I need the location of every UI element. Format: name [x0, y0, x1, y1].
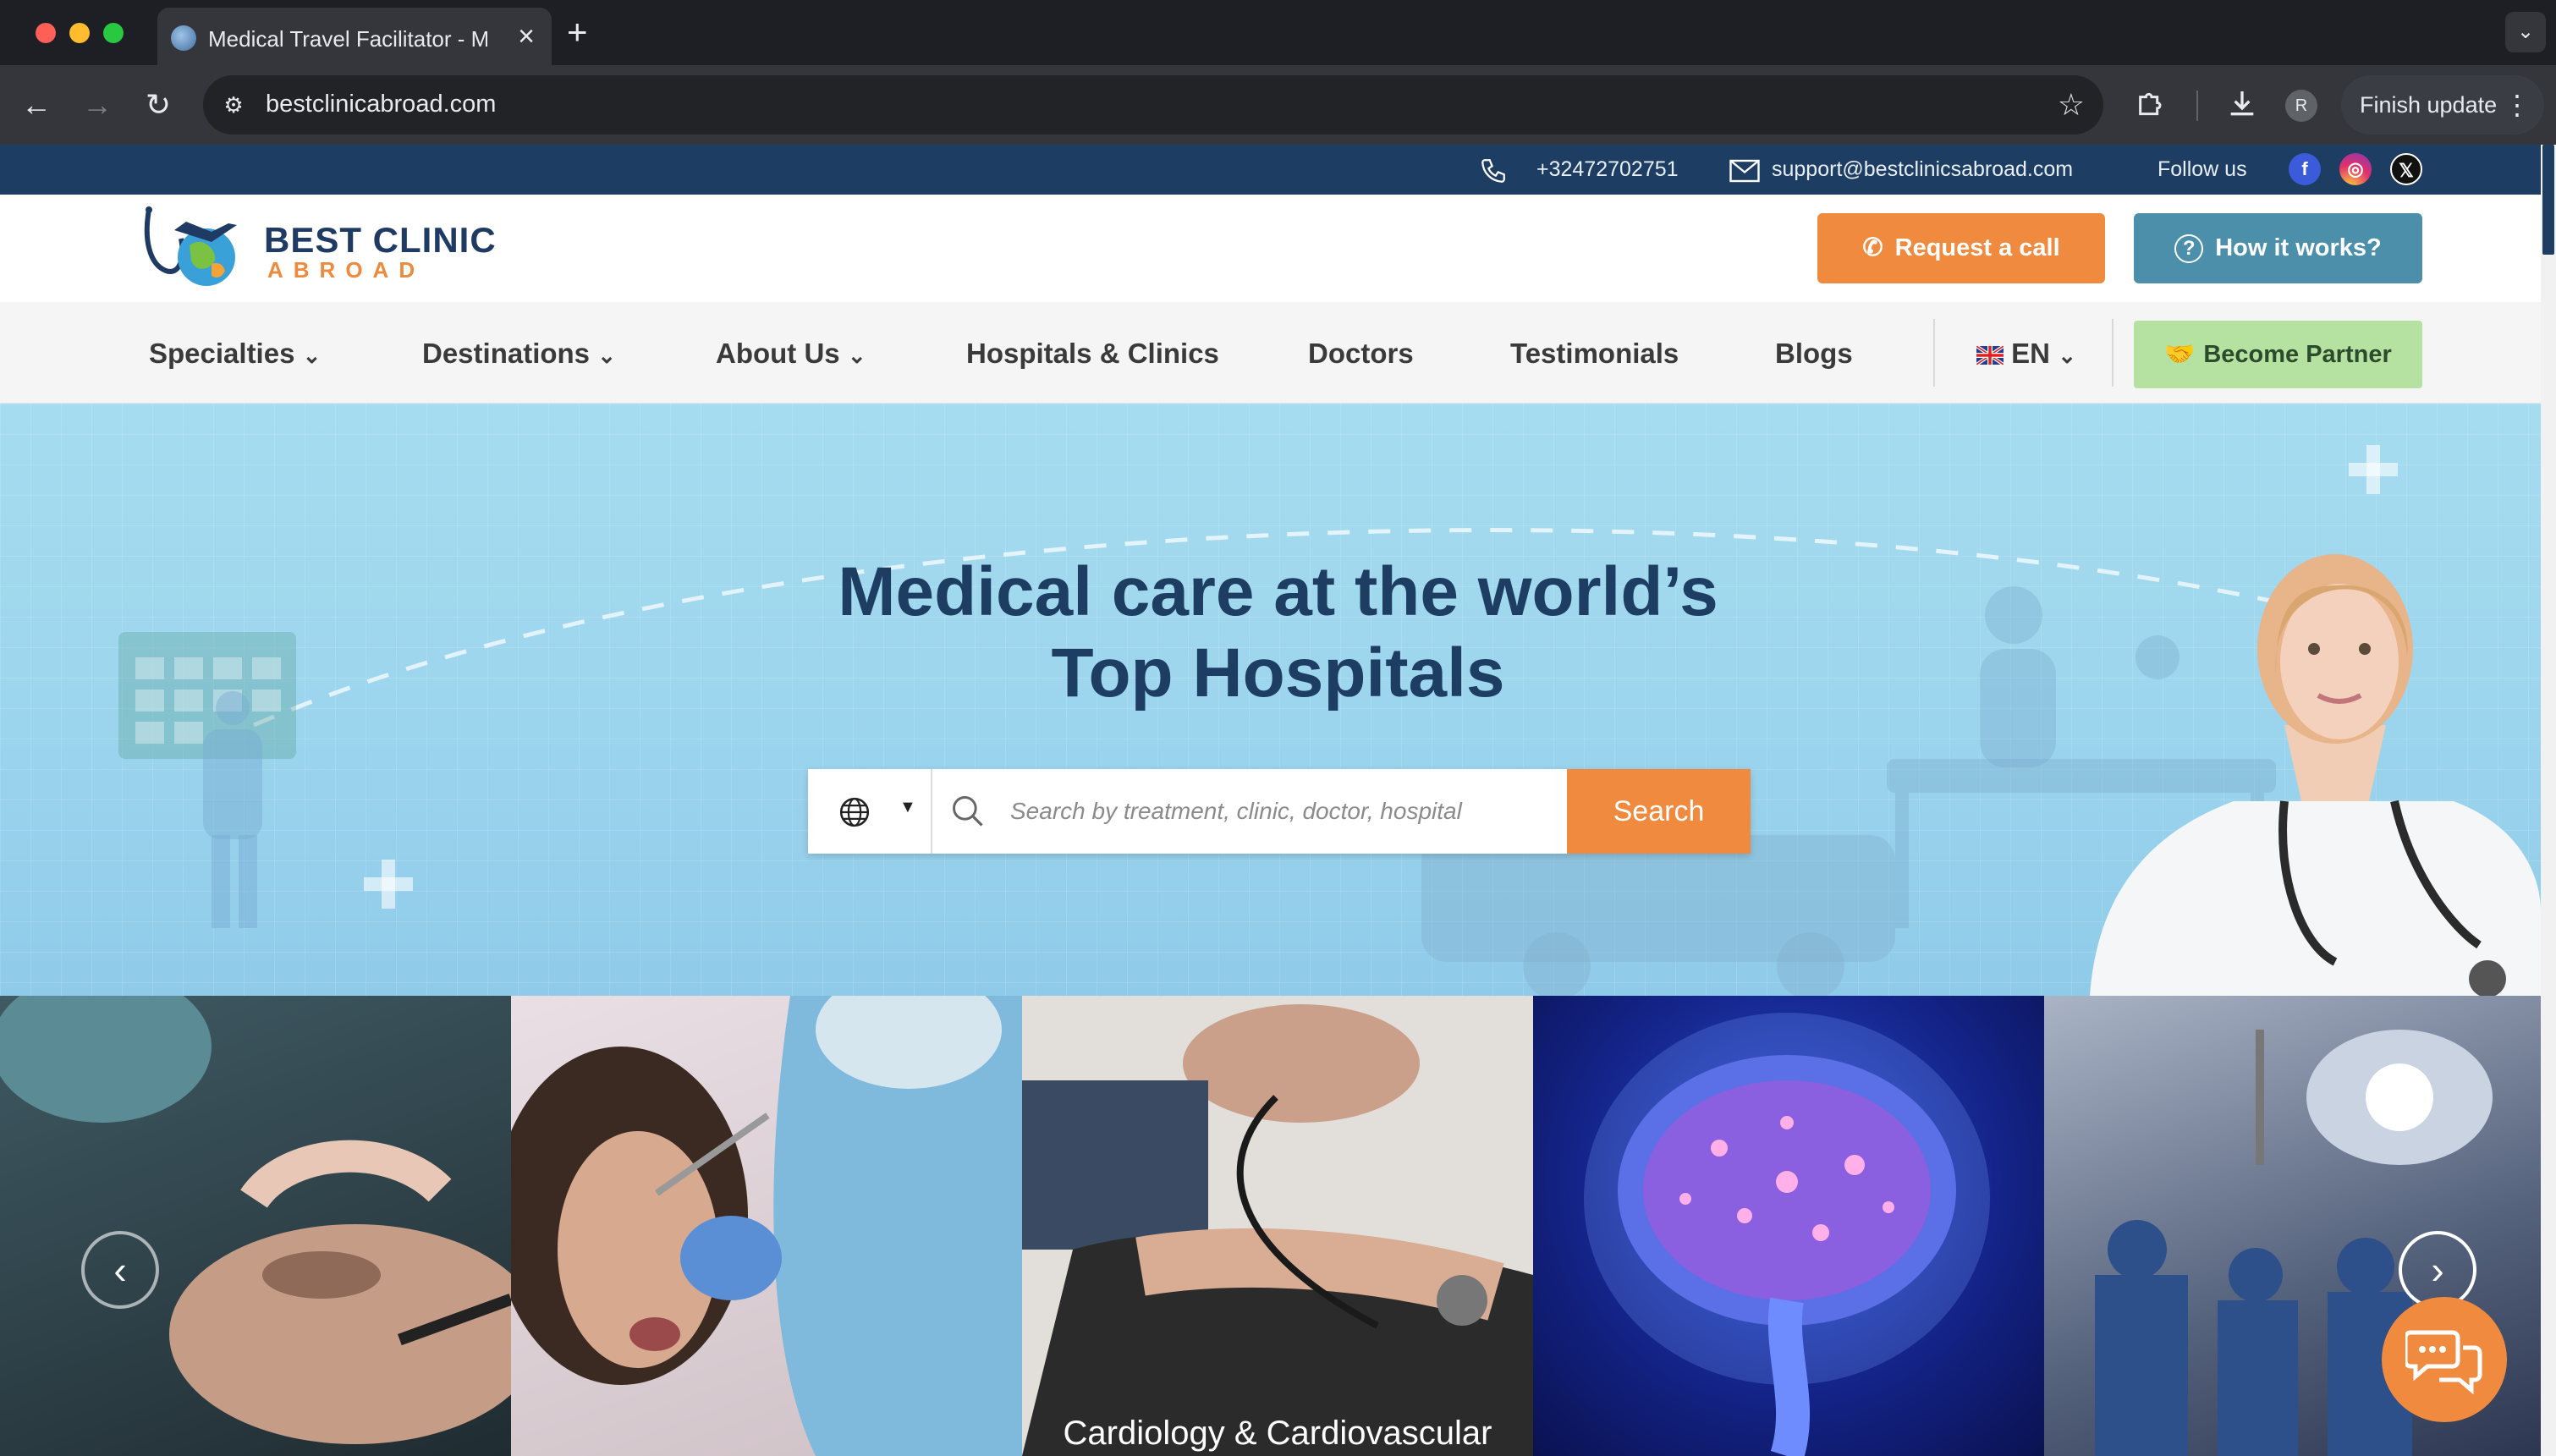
nav-item-hospitals-clinics[interactable]: Hospitals & Clinics — [966, 338, 1219, 370]
site-info-icon[interactable]: ⚙ — [218, 90, 249, 120]
bookmark-star-icon[interactable]: ☆ — [2058, 85, 2085, 124]
search-button[interactable]: Search — [1567, 769, 1751, 854]
nav-item-about-us[interactable]: About Us ⌄ — [716, 338, 866, 370]
carousel-prev-button[interactable]: ‹ — [81, 1231, 159, 1309]
search-input[interactable] — [1009, 793, 1550, 830]
chat-widget-button[interactable] — [2382, 1297, 2507, 1422]
hero-search-bar: ▼ Search — [808, 769, 1751, 854]
contact-phone[interactable]: +32472702751 — [1536, 157, 1679, 182]
toolbar-divider — [2196, 91, 2198, 121]
logo-text-primary[interactable]: BEST CLINIC — [264, 220, 497, 261]
nav-item-destinations[interactable]: Destinations ⌄ — [422, 338, 616, 370]
how-it-works-button[interactable]: ? How it works? — [2134, 213, 2422, 283]
nav-item-doctors[interactable]: Doctors — [1308, 338, 1414, 370]
finish-update-label: Finish update — [2360, 92, 2498, 118]
facebook-icon[interactable]: f — [2289, 153, 2321, 185]
page-scrollbar[interactable] — [2541, 145, 2556, 1456]
language-selector[interactable]: EN ⌄ — [1975, 338, 2076, 370]
extensions-puzzle-icon[interactable] — [2135, 87, 2168, 121]
nav-divider — [2112, 319, 2114, 387]
destination-dropdown[interactable]: ▼ — [808, 769, 932, 854]
hero-title-line1: Medical care at the world’s — [838, 553, 1718, 630]
finish-update-button[interactable]: Finish update ⋮ — [2341, 75, 2544, 135]
download-icon[interactable] — [2225, 87, 2259, 121]
mail-icon — [1729, 159, 1760, 183]
hero-banner: Medical care at the world’s Top Hospital… — [0, 404, 2541, 996]
instagram-icon[interactable]: ◎ — [2339, 153, 2372, 185]
profile-avatar[interactable]: R — [2285, 90, 2317, 122]
nav-item-label: Specialties — [149, 338, 295, 369]
logo-text-secondary[interactable]: ABROAD — [267, 257, 425, 283]
question-circle-icon: ? — [2174, 234, 2204, 264]
browser-tab-bar: Medical Travel Facilitator - Medical Tou… — [0, 0, 2556, 65]
nav-item-label: Destinations — [422, 338, 591, 369]
nav-item-label: About Us — [716, 338, 840, 369]
contact-topbar: +32472702751 support@bestclinicsabroad.c… — [0, 145, 2541, 195]
slide-image — [1584, 1013, 1990, 1456]
nav-divider — [1933, 319, 1935, 387]
slide-image — [0, 996, 511, 1444]
uk-flag-icon — [1975, 344, 2005, 366]
site-favicon-icon — [171, 25, 196, 51]
chevron-down-icon: ⌄ — [2058, 343, 2076, 368]
globe-icon — [839, 797, 870, 827]
more-vert-icon[interactable]: ⋮ — [2504, 75, 2531, 135]
carousel-slide-neurology[interactable] — [1533, 996, 2044, 1456]
tab-close-icon[interactable]: × — [518, 19, 535, 53]
slide-image — [511, 996, 1022, 1456]
phone-icon — [1481, 159, 1505, 183]
site-header: BEST CLINIC ABROAD ✆ Request a call ? How … — [0, 195, 2541, 302]
address-bar[interactable]: ⚙ bestclinicabroad.com ☆ — [203, 75, 2103, 135]
tab-search-chevron-icon[interactable]: ⌄ — [2505, 12, 2546, 52]
become-partner-label: Become Partner — [2203, 341, 2392, 368]
chat-bubbles-icon — [2405, 1330, 2482, 1395]
become-partner-button[interactable]: 🤝 Become Partner — [2134, 321, 2422, 388]
caret-down-icon: ▼ — [899, 798, 916, 816]
nav-item-testimonials[interactable]: Testimonials — [1510, 338, 1679, 370]
browser-toolbar: ← → ↻ ⚙ bestclinicabroad.com ☆ R Finish … — [0, 65, 2556, 145]
search-field[interactable] — [932, 769, 1567, 854]
nav-item-blogs[interactable]: Blogs — [1775, 338, 1853, 370]
chevron-down-icon: ⌄ — [597, 343, 617, 368]
window-minimize-button[interactable] — [69, 23, 90, 43]
search-icon — [953, 796, 983, 827]
how-it-works-label: How it works? — [2215, 234, 2382, 261]
carousel-slide-cardiology[interactable]: Cardiology & Cardiovascular — [1022, 996, 1533, 1456]
slide-caption: Cardiology & Cardiovascular — [1063, 1415, 1492, 1452]
reload-icon[interactable]: ↻ — [137, 84, 179, 126]
back-arrow-icon[interactable]: ← — [15, 84, 58, 126]
contact-email[interactable]: support@bestclinicsabroad.com — [1772, 157, 2073, 182]
window-close-button[interactable] — [36, 23, 56, 43]
chevron-down-icon: ⌄ — [847, 343, 866, 368]
slide-image — [1022, 996, 1533, 1456]
language-code: EN — [2011, 338, 2051, 369]
new-tab-button[interactable]: + — [567, 12, 588, 52]
main-navigation: Specialties ⌄ Destinations ⌄ About Us ⌄ … — [0, 302, 2541, 404]
nav-item-specialties[interactable]: Specialties ⌄ — [149, 338, 321, 370]
specialties-carousel: Cardiology & Cardiovascular ‹ › — [0, 996, 2541, 1456]
forward-arrow-icon[interactable]: → — [76, 84, 118, 126]
scrollbar-thumb[interactable] — [2542, 145, 2554, 255]
carousel-slide-eye-surgery[interactable] — [0, 996, 511, 1456]
carousel-slide-dental[interactable] — [511, 996, 1022, 1456]
browser-tab-active[interactable]: Medical Travel Facilitator - Medical Tou… — [157, 8, 552, 65]
x-twitter-icon[interactable]: 𝕏 — [2390, 153, 2422, 185]
handshake-icon: 🤝 — [2164, 341, 2196, 368]
url-text[interactable]: bestclinicabroad.com — [266, 91, 496, 118]
hero-title-line2: Top Hospitals — [1051, 635, 1505, 712]
hero-title: Medical care at the world’s Top Hospital… — [0, 552, 2541, 714]
logo-globe-stethoscope-icon[interactable] — [140, 205, 250, 293]
window-zoom-button[interactable] — [103, 23, 124, 43]
chevron-down-icon: ⌄ — [302, 343, 322, 368]
tab-title: Medical Travel Facilitator - Medical Tou… — [208, 26, 487, 52]
request-call-button[interactable]: ✆ Request a call — [1817, 213, 2105, 283]
phone-icon: ✆ — [1862, 234, 1883, 261]
follow-us-label: Follow us — [2157, 157, 2247, 181]
request-call-label: Request a call — [1894, 234, 2060, 261]
